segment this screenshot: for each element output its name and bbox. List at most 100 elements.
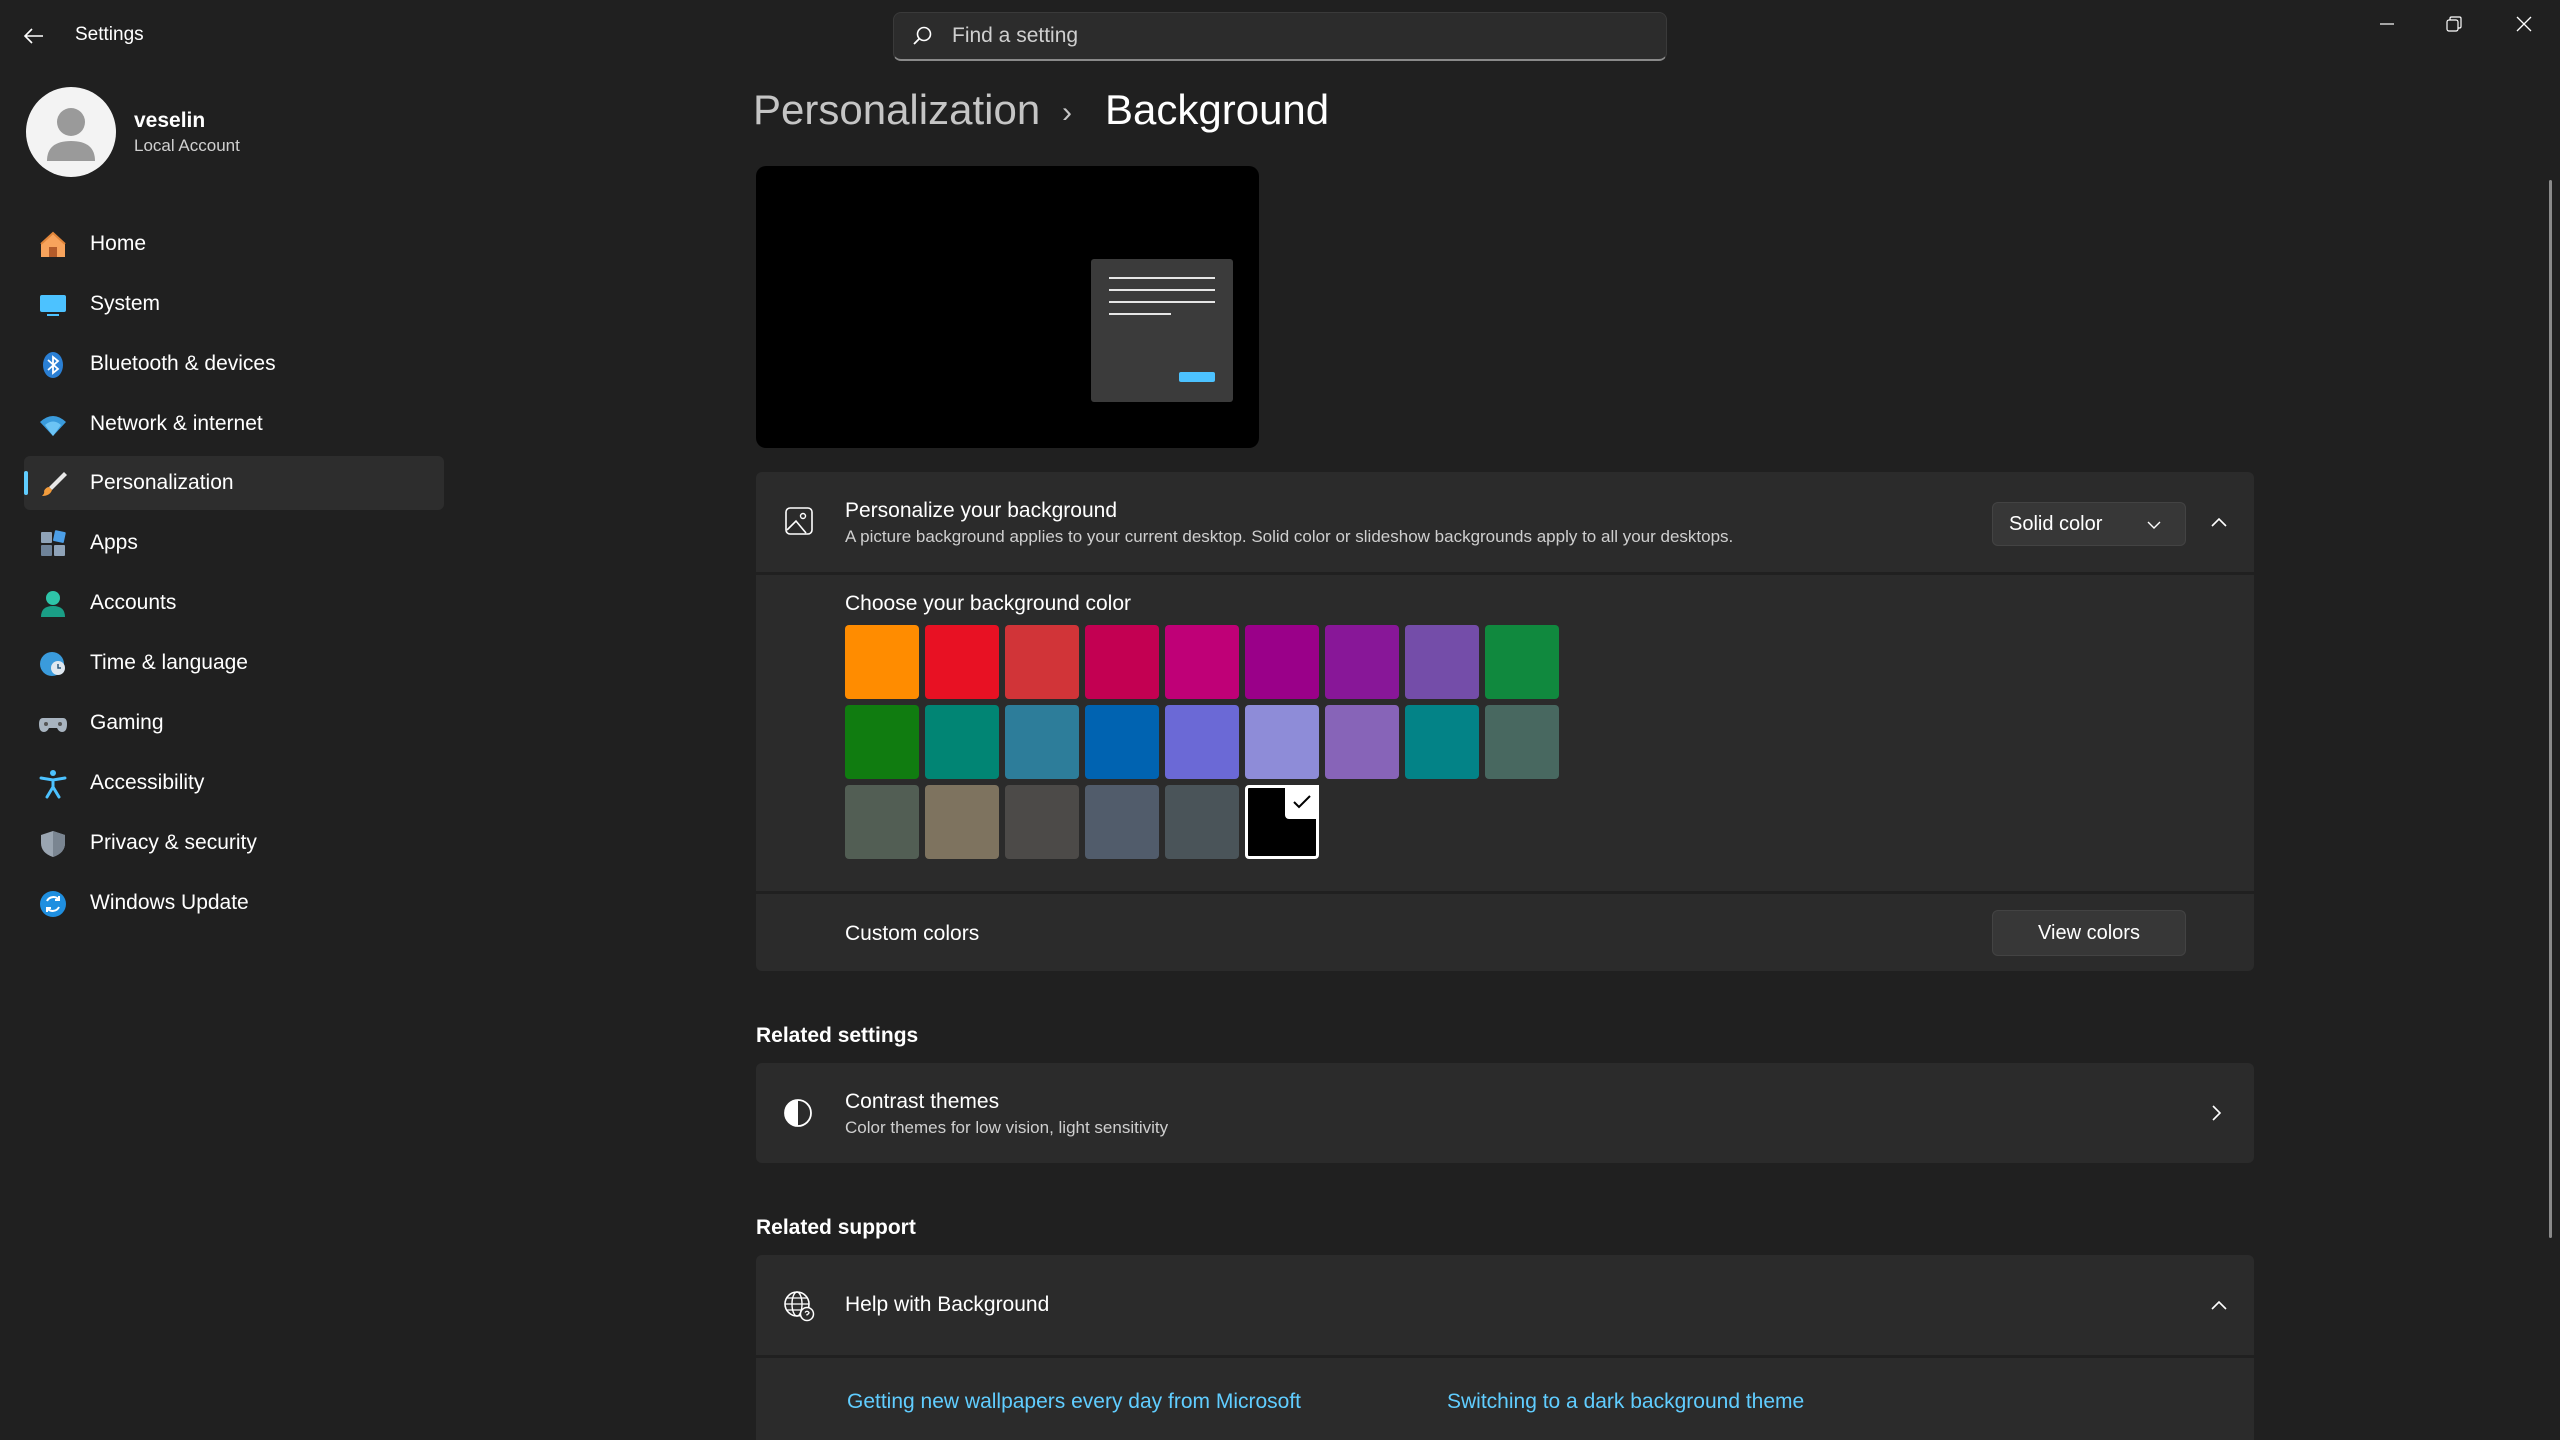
background-type-dropdown[interactable]: Solid color xyxy=(1992,502,2186,546)
color-swatch[interactable] xyxy=(1245,785,1319,859)
back-button[interactable] xyxy=(14,18,54,54)
user-name: veselin xyxy=(134,109,206,132)
help-title: Help with Background xyxy=(845,1293,1050,1316)
collapse-button[interactable] xyxy=(2199,502,2239,542)
search-icon xyxy=(913,26,932,45)
view-colors-button[interactable]: View colors xyxy=(1992,910,2186,956)
collapse-help-button[interactable] xyxy=(2199,1285,2239,1325)
sidebar-item-label: Bluetooth & devices xyxy=(90,352,276,375)
sidebar-item-label: Accessibility xyxy=(90,771,205,794)
sidebar-item-gaming[interactable]: Gaming xyxy=(24,696,444,750)
sidebar-item-personalization[interactable]: Personalization xyxy=(24,456,444,510)
color-swatch[interactable] xyxy=(1325,705,1399,779)
wifi-icon xyxy=(38,410,68,440)
update-icon xyxy=(38,889,68,919)
color-swatch[interactable] xyxy=(1165,785,1239,859)
color-swatch[interactable] xyxy=(845,625,919,699)
contrast-icon xyxy=(783,1098,813,1133)
restore-icon xyxy=(2446,16,2462,32)
dropdown-value: Solid color xyxy=(2009,512,2103,535)
contrast-title: Contrast themes xyxy=(845,1090,1000,1113)
minimize-button[interactable] xyxy=(2354,8,2420,40)
sidebar-item-home[interactable]: Home xyxy=(24,217,444,271)
color-swatch[interactable] xyxy=(1245,705,1319,779)
globe-clock-icon xyxy=(38,649,68,679)
color-swatch[interactable] xyxy=(1085,785,1159,859)
color-swatch[interactable] xyxy=(1005,785,1079,859)
accounts-icon xyxy=(38,589,68,619)
minimize-icon xyxy=(2380,23,2394,25)
sidebar-item-privacy[interactable]: Privacy & security xyxy=(24,816,444,870)
sidebar-item-label: Apps xyxy=(90,531,138,554)
sidebar-item-apps[interactable]: Apps xyxy=(24,516,444,570)
breadcrumb-parent[interactable]: Personalization xyxy=(753,86,1040,134)
picture-icon xyxy=(784,506,814,541)
color-swatch[interactable] xyxy=(1165,705,1239,779)
home-icon xyxy=(38,230,68,260)
app-title: Settings xyxy=(75,24,144,45)
close-button[interactable] xyxy=(2491,8,2557,40)
color-swatch[interactable] xyxy=(1085,705,1159,779)
color-picker-panel: Choose your background color xyxy=(756,575,2254,891)
custom-colors-label: Custom colors xyxy=(845,922,980,945)
avatar[interactable] xyxy=(26,87,116,177)
color-swatch[interactable] xyxy=(1005,625,1079,699)
breadcrumb-separator-icon: › xyxy=(1062,96,1072,129)
color-swatch[interactable] xyxy=(925,625,999,699)
apps-icon xyxy=(38,529,68,559)
sidebar-item-accessibility[interactable]: Accessibility xyxy=(24,756,444,810)
color-swatch[interactable] xyxy=(1005,705,1079,779)
color-swatch[interactable] xyxy=(1165,625,1239,699)
sidebar-item-label: Personalization xyxy=(90,471,234,494)
sidebar-item-label: Network & internet xyxy=(90,412,263,435)
back-arrow-icon xyxy=(23,28,43,44)
search-placeholder: Find a setting xyxy=(952,24,1079,47)
restore-button[interactable] xyxy=(2421,8,2487,40)
sidebar-item-bluetooth[interactable]: Bluetooth & devices xyxy=(24,337,444,391)
color-swatch[interactable] xyxy=(925,705,999,779)
sidebar-item-label: Time & language xyxy=(90,651,248,674)
accessibility-icon xyxy=(38,769,68,799)
help-links-panel: Getting new wallpapers every day from Mi… xyxy=(756,1358,2254,1440)
sidebar-item-windows-update[interactable]: Windows Update xyxy=(24,876,444,930)
chevron-up-icon xyxy=(2211,517,2227,527)
sidebar-item-label: System xyxy=(90,292,161,315)
card-title: Personalize your background xyxy=(845,499,1117,522)
color-swatch[interactable] xyxy=(1485,625,1559,699)
sidebar-item-label: Home xyxy=(90,232,147,255)
contrast-themes-card[interactable]: Contrast themes Color themes for low vis… xyxy=(756,1063,2254,1163)
bluetooth-icon xyxy=(38,350,68,380)
contrast-sub: Color themes for low vision, light sensi… xyxy=(845,1118,1169,1137)
user-silhouette-icon xyxy=(47,108,95,161)
color-swatch[interactable] xyxy=(845,785,919,859)
color-swatch[interactable] xyxy=(845,705,919,779)
color-swatch[interactable] xyxy=(1405,705,1479,779)
color-swatch[interactable] xyxy=(1325,625,1399,699)
color-swatch[interactable] xyxy=(1485,705,1559,779)
chevron-up-icon xyxy=(2211,1300,2227,1310)
gamepad-icon xyxy=(38,709,68,739)
color-swatch[interactable] xyxy=(1405,625,1479,699)
sidebar-item-label: Accounts xyxy=(90,591,177,614)
checkmark-icon xyxy=(1285,785,1319,819)
preview-window xyxy=(1091,259,1233,402)
sidebar-item-accounts[interactable]: Accounts xyxy=(24,576,444,630)
sidebar-item-system[interactable]: System xyxy=(24,277,444,331)
help-background-card[interactable]: Help with Background xyxy=(756,1255,2254,1355)
help-link-dark-theme[interactable]: Switching to a dark background theme xyxy=(1447,1390,1804,1414)
color-picker-label: Choose your background color xyxy=(845,592,1132,615)
color-swatch[interactable] xyxy=(1245,625,1319,699)
help-link-wallpapers[interactable]: Getting new wallpapers every day from Mi… xyxy=(847,1390,1301,1414)
related-support-heading: Related support xyxy=(756,1216,916,1239)
color-swatch[interactable] xyxy=(925,785,999,859)
sidebar-item-network[interactable]: Network & internet xyxy=(24,397,444,451)
sidebar-item-time-language[interactable]: Time & language xyxy=(24,636,444,690)
brush-icon xyxy=(38,469,68,499)
search-input[interactable]: Find a setting xyxy=(893,12,1667,61)
color-swatch[interactable] xyxy=(1085,625,1159,699)
color-swatch-grid xyxy=(845,625,1565,865)
page-title: Background xyxy=(1105,86,1330,133)
account-type: Local Account xyxy=(134,136,240,155)
system-icon xyxy=(38,290,68,320)
scrollbar[interactable] xyxy=(2549,180,2552,1238)
